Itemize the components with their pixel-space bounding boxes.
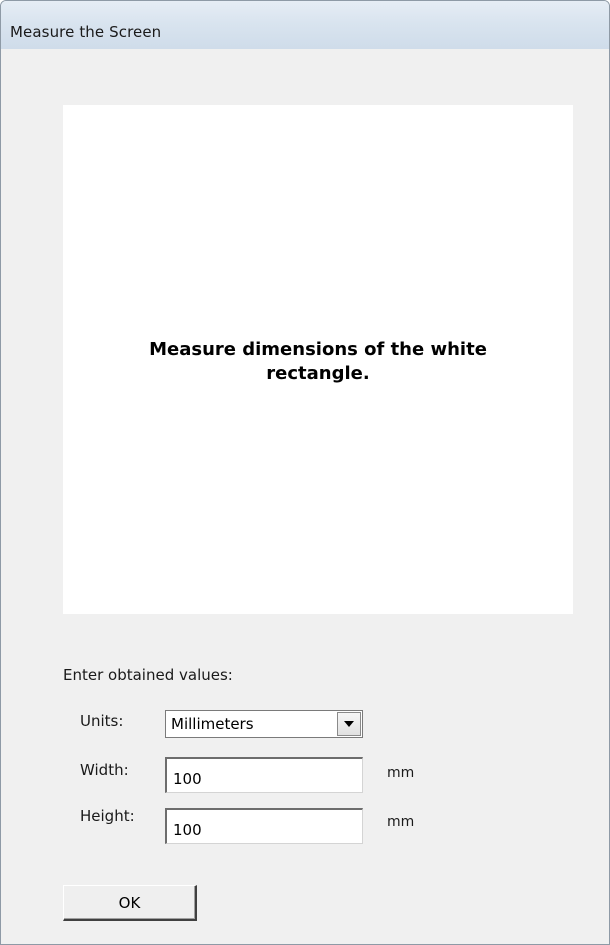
window-title: Measure the Screen: [10, 23, 162, 41]
measure-screen-dialog: Measure the Screen Measure dimensions of…: [0, 0, 610, 945]
title-bar[interactable]: Measure the Screen: [1, 1, 609, 49]
chevron-down-icon: [344, 721, 354, 727]
units-dropdown[interactable]: Millimeters: [165, 710, 363, 738]
ok-button[interactable]: OK: [63, 885, 197, 921]
enter-values-label: Enter obtained values:: [63, 666, 233, 684]
measurement-rectangle: Measure dimensions of the white rectangl…: [63, 105, 573, 614]
height-unit: mm: [387, 814, 415, 830]
width-input[interactable]: [165, 757, 363, 793]
units-selected-value: Millimeters: [171, 715, 254, 733]
width-unit: mm: [387, 765, 415, 781]
dropdown-button[interactable]: [337, 712, 361, 736]
height-input[interactable]: [165, 808, 363, 844]
dialog-client-area: Measure dimensions of the white rectangl…: [1, 49, 609, 944]
instruction-text: Measure dimensions of the white rectangl…: [149, 338, 487, 384]
width-label: Width:: [80, 761, 129, 779]
units-label: Units:: [80, 712, 124, 730]
height-label: Height:: [80, 807, 135, 825]
